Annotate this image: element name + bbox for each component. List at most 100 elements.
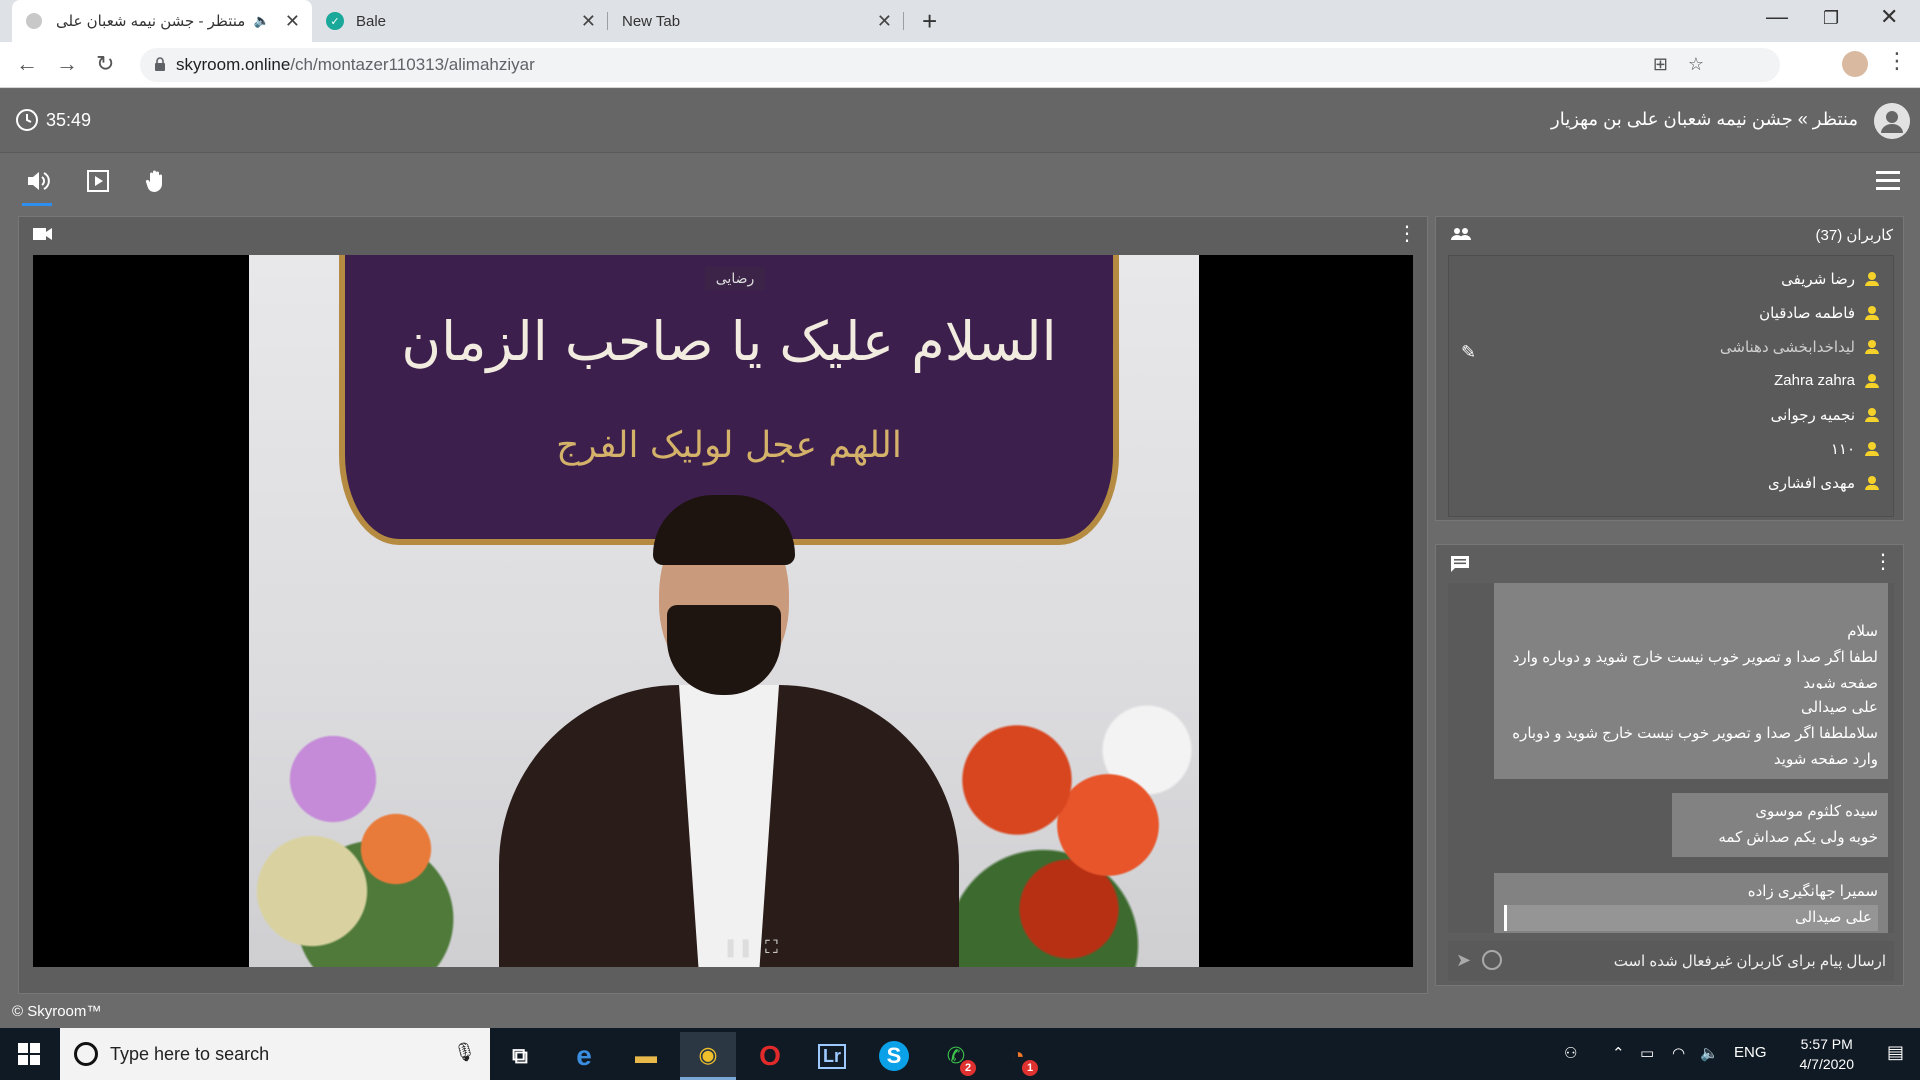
lightroom-icon[interactable]: Lr [804, 1032, 860, 1080]
message-text: خوبه ولی یکم صداش کمه [1718, 829, 1878, 846]
chat-input[interactable]: ➤ ارسال پیام برای کاربران غیرفعال شده اس… [1448, 941, 1894, 981]
reload-icon[interactable]: ↻ [96, 51, 114, 77]
tab-skyroom[interactable]: منتظر - جشن نیمه شعبان علی 🔈 ✕ [12, 0, 312, 42]
chat-message: سلام لطفا اگر صدا و تصویر خوب نیست خارج … [1494, 583, 1888, 703]
orange-app-icon[interactable]: ◔ 1 [990, 1032, 1046, 1080]
whatsapp-icon[interactable]: ✆ 2 [928, 1032, 984, 1080]
bale-favicon-icon: ✓ [326, 12, 344, 30]
send-icon[interactable]: ➤ [1456, 950, 1471, 971]
user-row[interactable]: Zahra zahra [1774, 372, 1879, 389]
microphone-icon[interactable]: 🎙 [453, 1042, 476, 1063]
volume-icon[interactable]: 🔈 [1700, 1044, 1719, 1062]
profile-avatar[interactable] [1842, 51, 1868, 77]
user-name: مهدی افشاری [1767, 475, 1855, 492]
windows-start-icon[interactable] [0, 1028, 58, 1080]
emoji-icon[interactable] [1482, 950, 1502, 970]
bookmark-star-icon[interactable]: ☆ [1688, 54, 1704, 75]
chrome-icon[interactable]: ◉ [680, 1032, 736, 1080]
users-panel: کاربران (37) ✎ رضا شریفی فاطمه صادقیان ل… [1435, 216, 1904, 521]
tab-bale[interactable]: ✓ Bale ✕ [312, 0, 608, 42]
user-row[interactable]: ۱۱۰ [1831, 440, 1879, 458]
tab-new[interactable]: New Tab ✕ [608, 0, 904, 42]
account-icon[interactable] [1874, 103, 1910, 139]
tab-audio-icon[interactable]: 🔈 [254, 13, 270, 29]
active-indicator [22, 203, 52, 206]
taskbar-search[interactable]: Type here to search 🎙 [60, 1028, 490, 1080]
task-view-icon[interactable]: ⧉ [492, 1032, 548, 1080]
user-row[interactable]: رضا شریفی [1781, 270, 1879, 288]
user-row[interactable]: فاطمه صادقیان [1759, 304, 1879, 322]
presenter-beard [667, 605, 781, 695]
user-row[interactable]: لیداخدابخشی دهناشی [1720, 338, 1879, 356]
user-row[interactable]: نجمیه رجوانی [1771, 406, 1879, 424]
user-icon [1865, 373, 1879, 388]
chat-input-placeholder: ارسال پیام برای کاربران غیرفعال شده است [1613, 953, 1886, 970]
video-stream[interactable]: السلام علیک یا صاحب الزمان اللهم عجل لول… [33, 255, 1413, 967]
pin-icon[interactable]: ✎ [1461, 342, 1476, 363]
video-options-icon[interactable]: ⋮ [1397, 221, 1417, 246]
chat-messages[interactable]: سلام لطفا اگر صدا و تصویر خوب نیست خارج … [1448, 583, 1894, 933]
browser-tab-strip: منتظر - جشن نیمه شعبان علی 🔈 ✕ ✓ Bale ✕ … [0, 0, 1920, 42]
lock-icon [155, 57, 165, 71]
file-explorer-icon[interactable]: ▬ [618, 1032, 674, 1080]
pause-icon[interactable]: ❚❚ [723, 937, 753, 958]
browser-toolbar: ← → ↻ skyroom.online/ch/montazer110313/a… [0, 42, 1920, 88]
battery-icon[interactable]: ▭ [1640, 1044, 1654, 1062]
video-panel: ⋮ السلام علیک یا صاحب الزمان اللهم عجل ل… [18, 216, 1428, 994]
back-icon[interactable]: ← [16, 51, 38, 77]
camera-icon [33, 228, 52, 240]
user-icon [1865, 306, 1879, 320]
action-center-icon[interactable]: ▤ [1887, 1042, 1904, 1063]
url-path: /ch/montazer110313/alimahziyar [290, 55, 535, 74]
close-tab-icon[interactable]: ✕ [581, 11, 596, 32]
user-icon [1865, 476, 1879, 490]
message-text: سلام لطفا اگر صدا و تصویر خوب نیست خارج … [1512, 623, 1878, 692]
user-name: ۱۱۰ [1830, 441, 1855, 458]
user-icon [1865, 442, 1879, 456]
app-toolbar [0, 153, 1920, 209]
show-hidden-icons-icon[interactable]: ⌃ [1612, 1044, 1625, 1062]
app-header: 35:49 منتظر » جشن نیمه شعبان علی بن مهزی… [0, 89, 1920, 153]
speaker-icon[interactable] [22, 165, 54, 197]
timer-value: 35:49 [46, 109, 92, 130]
restore-icon[interactable]: ❐ [1823, 8, 1839, 29]
tab-title: منتظر - جشن نیمه شعبان علی [56, 13, 246, 30]
edge-icon[interactable]: e [556, 1032, 612, 1080]
raise-hand-icon[interactable] [140, 165, 172, 197]
translate-icon[interactable]: ⊞ [1653, 54, 1668, 75]
copyright-text: © Skyroom™ [12, 1003, 102, 1020]
flowers-right [939, 675, 1199, 967]
user-row[interactable]: مهدی افشاری [1768, 474, 1879, 492]
chat-message: سمیرا جهانگیری زاده علی صیدالی [1494, 873, 1888, 933]
banner-calligraphy: السلام علیک یا صاحب الزمان [401, 310, 1057, 373]
video-play-icon[interactable] [82, 165, 114, 197]
users-list[interactable]: ✎ رضا شریفی فاطمه صادقیان لیداخدابخشی ده… [1448, 255, 1894, 517]
fullscreen-icon[interactable]: ⛶ [765, 937, 778, 958]
main-menu-icon[interactable] [1876, 171, 1900, 195]
tab-title: New Tab [622, 12, 681, 30]
taskbar-clock[interactable]: 5:57 PM 4/7/2020 [1800, 1034, 1855, 1074]
notification-badge: 1 [1022, 1060, 1038, 1076]
close-tab-icon[interactable]: ✕ [285, 11, 300, 32]
browser-menu-icon[interactable]: ⋮ [1886, 48, 1908, 74]
skype-icon[interactable]: S [866, 1032, 922, 1080]
language-indicator[interactable]: ENG [1734, 1044, 1767, 1061]
people-icon[interactable]: ⚇ [1564, 1044, 1577, 1062]
address-bar[interactable]: skyroom.online/ch/montazer110313/alimahz… [140, 48, 1780, 82]
message-sender: سمیرا جهانگیری زاده [1747, 883, 1878, 900]
close-tab-icon[interactable]: ✕ [877, 11, 892, 32]
minimize-icon[interactable]: — [1766, 4, 1788, 30]
new-tab-button[interactable]: + [922, 6, 937, 37]
wifi-icon[interactable]: ◠ [1672, 1044, 1685, 1062]
users-count-title: کاربران (37) [1815, 227, 1893, 244]
chat-panel: ⋮ سلام لطفا اگر صدا و تصویر خوب نیست خار… [1435, 544, 1904, 986]
cortana-icon [74, 1042, 98, 1066]
flowers-left [249, 695, 459, 967]
tab-favicon-icon [26, 13, 42, 29]
message-sender: سیده کلثوم موسوی [1755, 803, 1878, 820]
forward-icon[interactable]: → [56, 51, 78, 77]
user-icon [1865, 408, 1879, 422]
opera-icon[interactable]: O [742, 1032, 798, 1080]
chat-options-icon[interactable]: ⋮ [1873, 549, 1893, 574]
close-window-icon[interactable]: ✕ [1880, 4, 1898, 30]
